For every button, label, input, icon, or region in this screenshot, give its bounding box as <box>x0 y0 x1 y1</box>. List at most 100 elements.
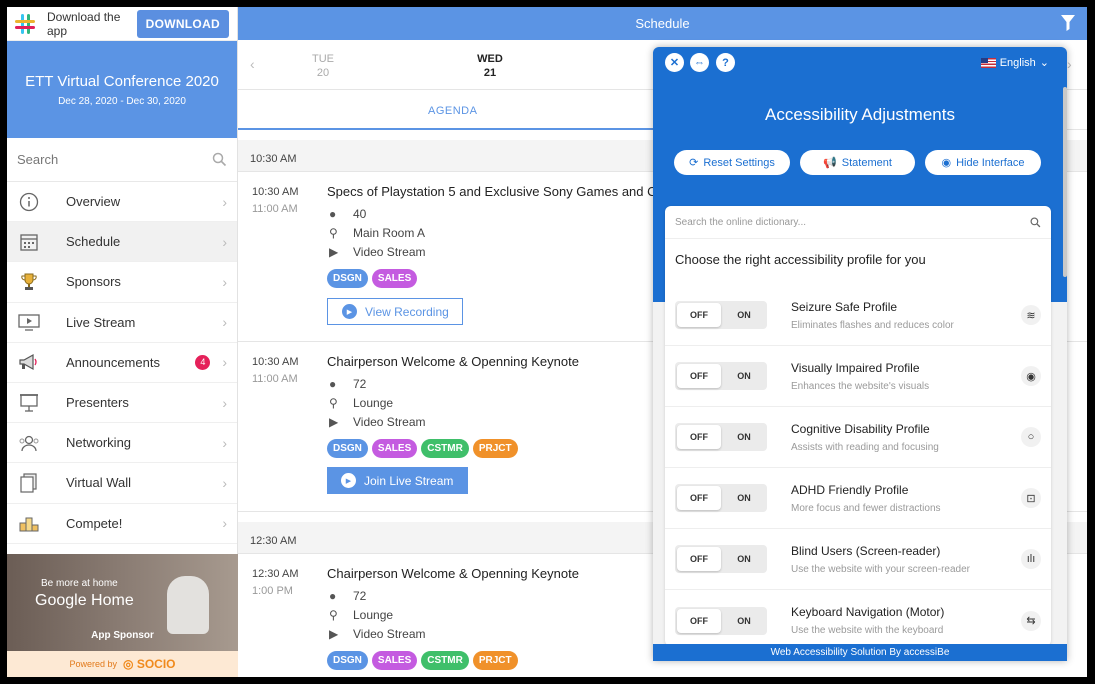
day-tue[interactable]: TUE 20 <box>308 52 338 80</box>
sidebar-item-announcements[interactable]: Announcements 4 › <box>7 343 237 383</box>
session-stream: ▶ Video Stream <box>329 627 426 641</box>
profile-adhd-friendly: OFF ON ADHD Friendly Profile More focus an… <box>665 468 1051 529</box>
sidebar: Download the app DOWNLOAD ETT Virtual Co… <box>7 7 238 677</box>
sidebar-item-label: Networking <box>66 435 132 451</box>
chevron-right-icon: › <box>222 273 227 290</box>
focus-target-icon: ⊡ <box>1021 488 1041 508</box>
tag-prjct: PRJCT <box>472 439 518 458</box>
profile-toggle[interactable]: OFF ON <box>675 545 767 573</box>
sidebar-item-networking[interactable]: Networking › <box>7 423 237 464</box>
search-bar[interactable]: Search <box>7 138 237 182</box>
megaphone-icon: 📢 <box>823 157 837 169</box>
tag-cstmr: CSTMR <box>421 439 469 458</box>
close-icon[interactable]: ✕ <box>665 53 684 72</box>
sidebar-item-live-stream[interactable]: Live Stream › <box>7 303 237 343</box>
session-title[interactable]: Specs of Playstation 5 and Exclusive Son… <box>327 184 664 199</box>
day-wed[interactable]: WED 21 <box>475 52 505 80</box>
tag-sales: SALES <box>371 269 418 288</box>
session-attendees: ● 40 <box>329 207 367 221</box>
play-circle-icon: ▶ <box>329 245 339 259</box>
session-time: 10:30 AM 11:00 AM <box>252 186 299 215</box>
download-button[interactable]: DOWNLOAD <box>136 9 229 38</box>
sidebar-item-virtual-wall[interactable]: Virtual Wall › <box>7 463 237 504</box>
session-tags: DSGN SALES CSTMR PRJCT <box>327 651 657 670</box>
download-bar: Download the app DOWNLOAD <box>7 7 237 41</box>
sponsor-brand: Google Home <box>35 592 134 609</box>
chevron-right-icon: › <box>222 193 227 210</box>
session-attendees: ● 72 <box>329 377 367 391</box>
profile-description: Eliminates flashes and reduces color <box>791 319 954 331</box>
sidebar-item-label: Compete! <box>66 515 123 531</box>
session-time: 12:30 AM 1:00 PM <box>252 568 299 597</box>
profile-description: Use the website with the keyboard <box>791 625 944 636</box>
profile-toggle[interactable]: OFF ON <box>675 423 767 451</box>
profile-visually-impaired: OFF ON Visually Impaired Profile Enhances … <box>665 346 1051 407</box>
chevron-left-icon[interactable]: ‹ <box>250 56 255 72</box>
chevron-right-icon: › <box>222 233 227 250</box>
sidebar-item-schedule[interactable]: Schedule › <box>7 222 237 263</box>
sidebar-item-label: Virtual Wall <box>66 475 132 491</box>
sidebar-item-presenters[interactable]: Presenters › <box>7 383 237 424</box>
play-icon: ▶ <box>342 304 357 319</box>
dictionary-search[interactable]: Search the online dictionary... <box>665 206 1051 239</box>
app-logo-icon <box>15 13 35 34</box>
profile-toggle[interactable]: OFF ON <box>675 606 767 635</box>
refresh-icon: ⟳ <box>689 157 699 169</box>
profile-name: Cognitive Disability Profile <box>791 421 930 436</box>
reset-settings-button[interactable]: ⟳ Reset Settings <box>674 150 790 175</box>
chevron-right-icon[interactable]: › <box>1067 56 1072 72</box>
session-body: Chairperson Welcome & Openning Keynote ●… <box>327 566 657 670</box>
panel-scrollbar[interactable] <box>1063 87 1067 277</box>
tab-agenda[interactable]: AGENDA <box>428 105 477 117</box>
session-location: ⚲ Lounge <box>329 396 394 410</box>
search-icon[interactable] <box>212 152 227 167</box>
hide-interface-button[interactable]: ◉ Hide Interface <box>925 150 1041 175</box>
chevron-right-icon: › <box>222 354 227 371</box>
search-input[interactable]: Search <box>17 152 212 167</box>
profile-description: Assists with reading and focusing <box>791 441 939 453</box>
location-pin-icon: ⚲ <box>329 608 338 622</box>
session-body: Chairperson Welcome & Openning Keynote ●… <box>327 354 657 494</box>
view-recording-button[interactable]: ▶ View Recording <box>327 298 463 325</box>
chevron-right-icon: › <box>222 515 227 532</box>
play-circle-icon: ▶ <box>329 415 339 429</box>
tag-dsgn: DSGN <box>327 651 368 670</box>
statement-button[interactable]: 📢 Statement <box>800 150 915 175</box>
profile-toggle[interactable]: OFF ON <box>675 362 767 390</box>
notification-badge: 4 <box>195 354 211 370</box>
brain-icon: ○ <box>1021 427 1041 447</box>
session-location: ⚲ Main Room A <box>329 226 426 240</box>
top-bar: Schedule <box>238 7 1087 40</box>
profile-toggle[interactable]: OFF ON <box>675 301 767 329</box>
sponsor-banner[interactable]: Be more at home Google Home App Sponsor <box>7 554 238 651</box>
sidebar-item-label: Schedule <box>66 234 121 250</box>
session-title[interactable]: Chairperson Welcome & Openning Keynote <box>327 566 657 581</box>
person-icon: ● <box>329 377 337 391</box>
language-selector[interactable]: English ⌄ <box>980 56 1049 69</box>
page-title: Schedule <box>635 16 690 31</box>
join-live-stream-button[interactable]: ▶ Join Live Stream <box>327 467 468 494</box>
accessibility-panel: ✕ ⇔ ? English ⌄ Accessibility Adjustment… <box>653 47 1067 661</box>
sidebar-item-compete[interactable]: Compete! › <box>7 504 237 544</box>
accessibility-footer[interactable]: Web Accessibility Solution By accessiBe <box>653 644 1067 661</box>
filter-icon[interactable] <box>1061 15 1075 31</box>
dictionary-search-input[interactable]: Search the online dictionary... <box>675 217 1030 228</box>
session-time: 10:30 AM 11:00 AM <box>252 356 299 385</box>
powered-by-text: Powered by <box>69 659 118 669</box>
move-panel-icon[interactable]: ⇔ <box>690 53 709 72</box>
help-icon[interactable]: ? <box>716 53 735 72</box>
sidebar-item-overview[interactable]: Overview › <box>7 182 237 223</box>
search-icon[interactable] <box>1030 217 1041 228</box>
sponsor-tagline: Be more at home <box>41 578 118 589</box>
session-body: Specs of Playstation 5 and Exclusive Son… <box>327 184 664 325</box>
calendar-icon <box>17 230 41 254</box>
sidebar-item-sponsors[interactable]: Sponsors › <box>7 262 237 303</box>
info-icon <box>17 190 41 214</box>
tag-sales: SALES <box>371 439 418 458</box>
profile-toggle[interactable]: OFF ON <box>675 484 767 512</box>
tab-underline <box>238 128 662 130</box>
profile-name: Seizure Safe Profile <box>791 299 898 314</box>
profile-keyboard-navigation: OFF ON Keyboard Navigation (Motor) Use the… <box>665 590 1051 646</box>
monitor-icon <box>17 310 41 334</box>
session-title[interactable]: Chairperson Welcome & Openning Keynote <box>327 354 657 369</box>
